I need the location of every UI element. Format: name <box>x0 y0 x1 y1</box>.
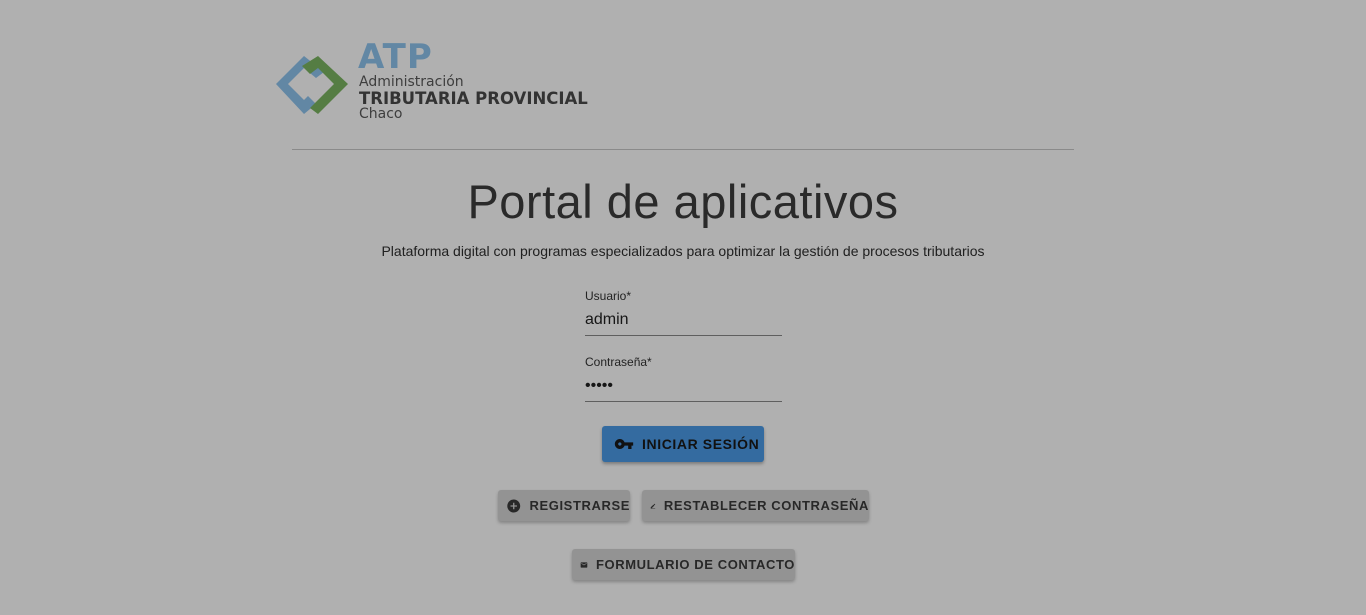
page-title: Portal de aplicativos <box>467 175 899 228</box>
username-input[interactable] <box>585 309 780 331</box>
atp-logo: ATP Administración TRIBUTARIA PROVINCIAL… <box>274 37 594 124</box>
header-divider <box>292 149 1074 150</box>
password-field: Contraseña* <box>585 353 782 402</box>
username-label: Usuario* <box>585 289 632 303</box>
mail-icon <box>580 561 588 568</box>
key-icon <box>614 439 634 449</box>
contact-form-button[interactable]: FORMULARIO DE CONTACTO <box>572 549 795 580</box>
atp-logo-mark-icon <box>276 56 348 114</box>
add-circle-icon <box>507 499 521 512</box>
reset-password-button[interactable]: RESTABLECER CONTRASEÑA <box>642 490 869 521</box>
logo-line-administracion: Administración <box>359 74 464 90</box>
logo-acronym: ATP <box>358 37 433 77</box>
logo-line-chaco: Chaco <box>359 106 403 122</box>
page-subtitle: Plataforma digital con programas especia… <box>381 243 985 259</box>
register-button-label: REGISTRARSE <box>529 498 630 513</box>
register-button[interactable]: REGISTRARSE <box>498 490 630 521</box>
username-field: Usuario* <box>585 287 782 336</box>
login-button[interactable]: INICIAR SESIÓN <box>602 426 764 462</box>
password-input[interactable] <box>585 375 780 397</box>
login-page: ATP Administración TRIBUTARIA PROVINCIAL… <box>0 0 1366 615</box>
reset-password-button-label: RESTABLECER CONTRASEÑA <box>663 498 869 513</box>
password-label: Contraseña* <box>585 355 652 369</box>
contact-form-button-label: FORMULARIO DE CONTACTO <box>595 557 795 572</box>
pencil-icon <box>650 503 656 509</box>
login-button-label: INICIAR SESIÓN <box>642 436 760 452</box>
